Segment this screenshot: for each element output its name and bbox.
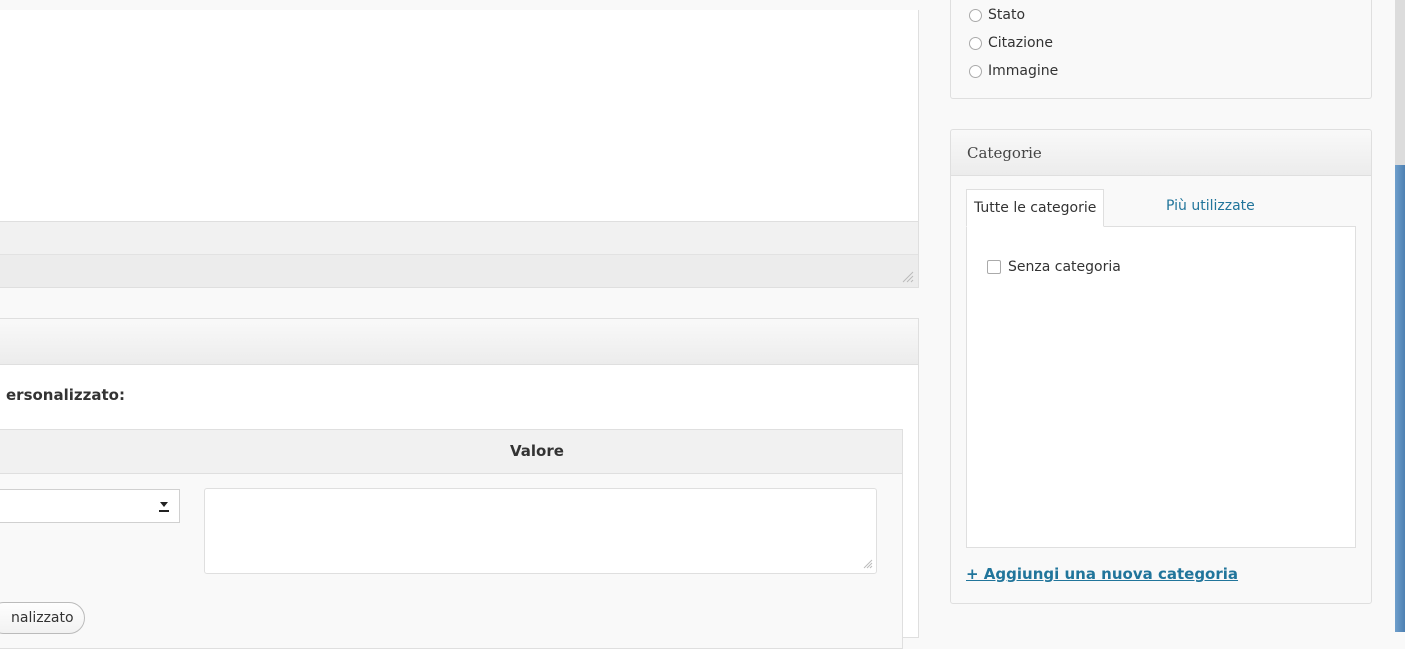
custom-fields-table-header: Valore — [0, 430, 902, 474]
category-label: Senza categoria — [1008, 259, 1121, 275]
categories-header[interactable]: Categorie — [951, 130, 1371, 176]
category-checkbox[interactable] — [987, 260, 1001, 274]
textarea-resize-icon[interactable] — [863, 559, 873, 569]
custom-fields-header[interactable] — [0, 319, 918, 365]
add-custom-field-label: ersonalizzato: — [6, 386, 125, 404]
format-option-label: Citazione — [988, 35, 1054, 51]
radio-button[interactable] — [969, 64, 982, 78]
add-custom-field-button[interactable]: nalizzato — [0, 602, 85, 634]
page-scrollbar[interactable] — [1395, 0, 1405, 632]
custom-field-value-input[interactable] — [204, 488, 877, 574]
scrollbar-thumb[interactable] — [1395, 165, 1405, 632]
resize-handle-icon[interactable] — [902, 271, 914, 283]
editor-status-stripe — [0, 254, 918, 287]
custom-fields-box: ersonalizzato: Valore nalizzato — [0, 318, 919, 649]
custom-field-key-select[interactable] — [0, 489, 180, 523]
category-item-uncategorized[interactable]: Senza categoria — [987, 259, 1121, 275]
category-checklist: Senza categoria — [966, 226, 1356, 548]
post-editor-content[interactable] — [0, 10, 919, 222]
radio-button[interactable] — [969, 8, 982, 22]
add-new-category-link[interactable]: + Aggiungi una nuova categoria — [966, 565, 1238, 583]
tab-most-used[interactable]: Più utilizzate — [1166, 198, 1255, 214]
dropdown-arrow-icon — [159, 502, 169, 512]
editor-status-bar — [0, 221, 919, 288]
radio-button[interactable] — [969, 36, 982, 50]
format-option-quote[interactable]: Citazione — [969, 29, 1053, 57]
categories-title: Categorie — [967, 144, 1042, 162]
categories-box: Categorie Tutte le categorie Più utilizz… — [950, 129, 1372, 604]
post-format-box: Stato Citazione Immagine — [950, 0, 1372, 99]
format-option-image[interactable]: Immagine — [969, 57, 1058, 85]
value-column-header: Valore — [510, 442, 564, 460]
tab-all-categories[interactable]: Tutte le categorie — [966, 189, 1105, 227]
format-option-label: Stato — [988, 7, 1026, 23]
format-option-status[interactable]: Stato — [969, 1, 1025, 29]
format-option-label: Immagine — [988, 63, 1059, 79]
